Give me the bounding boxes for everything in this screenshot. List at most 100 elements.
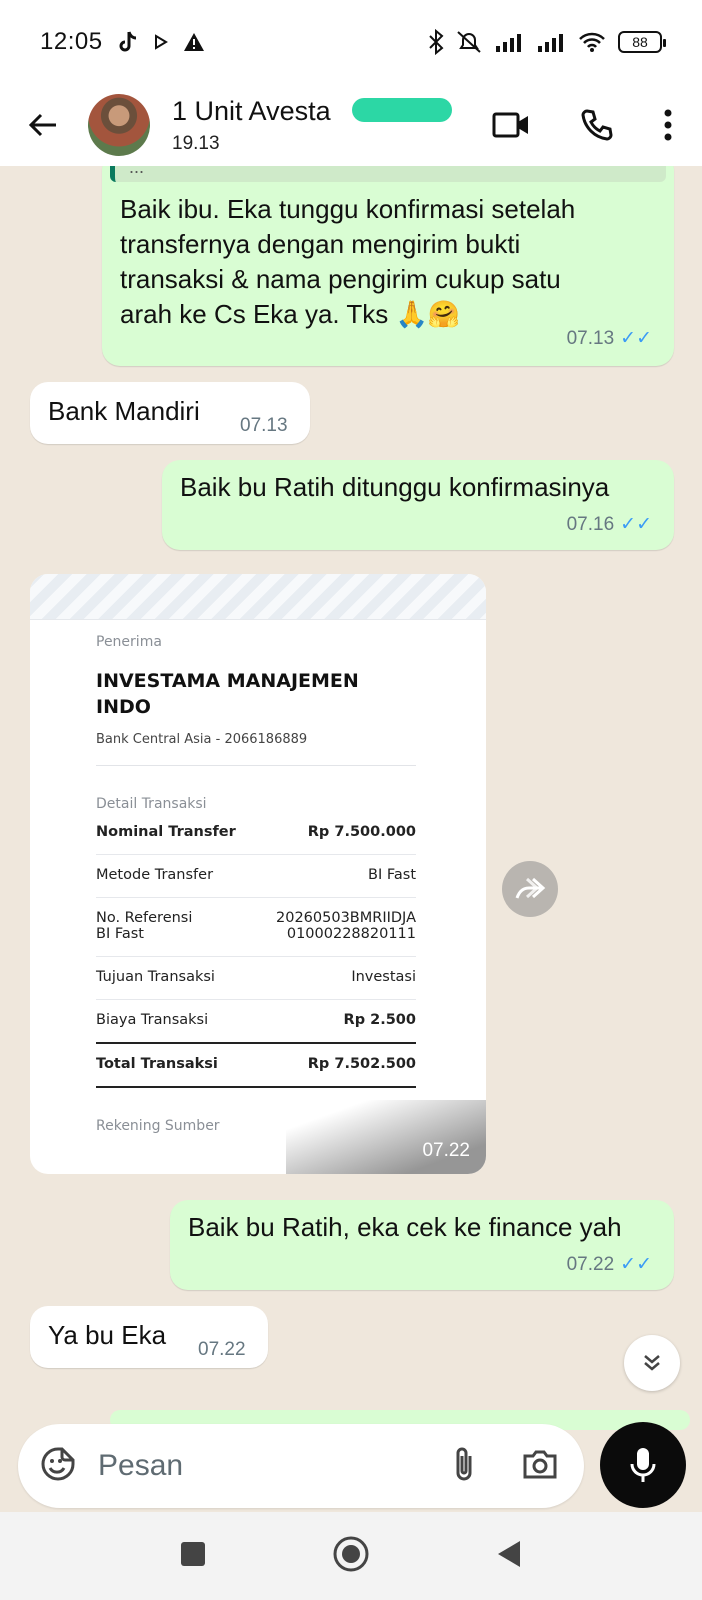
battery-indicator: 88 (618, 31, 666, 53)
message-line: transfernya dengan mengirim bukti (120, 229, 521, 259)
arrow-left-icon (28, 113, 56, 137)
message-outgoing[interactable]: Baik bu Ratih ditunggu konfirmasinya 07.… (162, 460, 674, 550)
receipt-row-value: 20260503BMRIIDJA 01000228820111 (276, 910, 416, 942)
status-right-icons: 88 (428, 29, 666, 55)
quoted-text: ... (129, 166, 145, 177)
double-chevron-down-icon (644, 1355, 660, 1371)
message-image[interactable]: Penerima INVESTAMA MANAJEMEN INDO Bank C… (30, 574, 486, 1174)
contact-subtitle: 19.13 (172, 132, 220, 154)
quoted-message[interactable]: ... (110, 166, 666, 182)
message-text: Baik bu Ratih, eka cek ke finance yah (188, 1212, 622, 1242)
receipt-row-total: Total Transaksi Rp 7.502.500 (96, 1042, 416, 1088)
home-circle-icon (333, 1536, 369, 1571)
message-input[interactable]: Pesan (98, 1449, 183, 1483)
receipt-row-value: BI Fast (368, 867, 416, 883)
message-text: Baik bu Ratih ditunggu konfirmasinya (180, 472, 610, 502)
read-ticks-icon: ✓✓ (620, 328, 652, 349)
video-call-button[interactable] (492, 111, 530, 139)
receipt-recipient-line1: INVESTAMA MANAJEMEN (96, 670, 359, 692)
receipt-row-key: Biaya Transaksi (96, 1012, 209, 1028)
chat-header: 1 Unit Avesta 19.13 (0, 84, 702, 166)
message-time: 07.13 (566, 328, 615, 349)
message-outgoing[interactable]: ... Baik ibu. Eka tunggu konfirmasi sete… (102, 166, 674, 366)
system-nav-bar (0, 1512, 702, 1600)
voice-call-button[interactable] (580, 108, 614, 142)
message-incoming[interactable]: Ya bu Eka 07.22 (30, 1306, 268, 1368)
mic-icon (630, 1448, 656, 1482)
contact-info[interactable]: 1 Unit Avesta 19.13 (172, 95, 452, 155)
header-actions (492, 108, 672, 142)
battery-level: 88 (632, 34, 648, 50)
receipt-row: Metode Transfer BI Fast (96, 855, 416, 898)
receipt-bank: Bank Central Asia - 2066186889 (96, 732, 416, 766)
voice-message-button[interactable] (600, 1422, 686, 1508)
receipt-row: No. Referensi BI Fast 20260503BMRIIDJA 0… (96, 898, 416, 957)
avatar[interactable] (88, 94, 150, 156)
message-line: Baik ibu. Eka tunggu konfirmasi setelah (120, 194, 576, 224)
camera-icon (523, 1450, 557, 1478)
contact-name-text: 1 Unit Avesta (172, 95, 331, 126)
contact-name: 1 Unit Avesta (172, 95, 452, 127)
receipt-row-value: Rp 2.500 (343, 1012, 416, 1028)
message-time: 07.13 (240, 415, 288, 436)
camera-button[interactable] (522, 1448, 558, 1485)
composer-actions (452, 1446, 558, 1487)
message-incoming[interactable]: Bank Mandiri 07.13 (30, 382, 310, 444)
tiktok-icon (119, 31, 136, 52)
message-time: 07.22 (566, 1254, 615, 1275)
receipt-details-label: Detail Transaksi (96, 796, 207, 812)
receipt-row: Tujuan Transaksi Investasi (96, 957, 416, 1000)
message-time: 07.22 (422, 1140, 470, 1161)
menu-button[interactable] (664, 109, 672, 141)
receipt-recipient-line2: INDO (96, 696, 151, 718)
message-text: Baik ibu. Eka tunggu konfirmasi setelah … (120, 192, 660, 332)
receipt-row-key: Tujuan Transaksi (96, 969, 215, 985)
home-button[interactable] (332, 1535, 370, 1578)
message-time: 07.16 (566, 514, 615, 535)
triangle-back-icon (498, 1540, 520, 1567)
scroll-down-button[interactable] (624, 1335, 680, 1391)
receipt-row-key: Nominal Transfer (96, 824, 236, 840)
status-left-icons (117, 30, 205, 54)
attach-button[interactable] (452, 1446, 476, 1487)
back-nav-button[interactable] (496, 1539, 522, 1574)
receipt-row-value: Investasi (351, 969, 416, 985)
message-meta: 07.16 ✓✓ (567, 507, 652, 542)
square-icon (181, 1541, 205, 1566)
message-outgoing[interactable]: Baik bu Ratih, eka cek ke finance yah 07… (170, 1200, 674, 1290)
forward-icon (515, 877, 546, 899)
read-ticks-icon: ✓✓ (620, 514, 652, 535)
video-icon (492, 112, 528, 138)
receipt-row: Nominal Transfer Rp 7.500.000 (96, 812, 416, 855)
back-button[interactable] (18, 100, 68, 150)
receipt-row-key: Metode Transfer (96, 867, 214, 883)
signal-icon-2 (538, 34, 563, 52)
receipt-header-band (30, 574, 486, 620)
receipt-row-key: Total Transaksi (96, 1056, 218, 1072)
sticker-icon (41, 1447, 75, 1480)
signal-icon (496, 34, 521, 52)
sticker-button[interactable] (40, 1446, 76, 1487)
message-composer: Pesan (18, 1424, 584, 1508)
bluetooth-icon (429, 29, 444, 55)
message-text: Bank Mandiri (48, 396, 200, 426)
receipt-row-value: Rp 7.502.500 (307, 1056, 416, 1072)
play-icon (154, 34, 168, 50)
receipt-recipient-name: INVESTAMA MANAJEMEN INDO (96, 668, 416, 720)
wifi-icon (579, 32, 605, 52)
message-meta: 07.13 ✓✓ (567, 321, 652, 356)
message-line: transaksi & nama pengirim cukup satu (120, 264, 561, 294)
phone-icon (581, 109, 613, 141)
forward-button[interactable] (502, 861, 558, 917)
message-meta: 07.22 ✓✓ (567, 1247, 652, 1282)
receipt-row-key: No. Referensi BI Fast (96, 910, 193, 942)
status-bar: 12:05 88 (0, 0, 702, 84)
name-redaction (352, 97, 452, 122)
read-ticks-icon: ✓✓ (620, 1254, 652, 1275)
message-text: Ya bu Eka (48, 1320, 167, 1350)
receipt-content: Penerima INVESTAMA MANAJEMEN INDO Bank C… (96, 634, 416, 1134)
receipt-row: Biaya Transaksi Rp 2.500 (96, 1000, 416, 1042)
recents-button[interactable] (180, 1541, 206, 1572)
warning-icon (183, 33, 204, 51)
chat-area[interactable]: ... Baik ibu. Eka tunggu konfirmasi sete… (0, 166, 702, 1416)
